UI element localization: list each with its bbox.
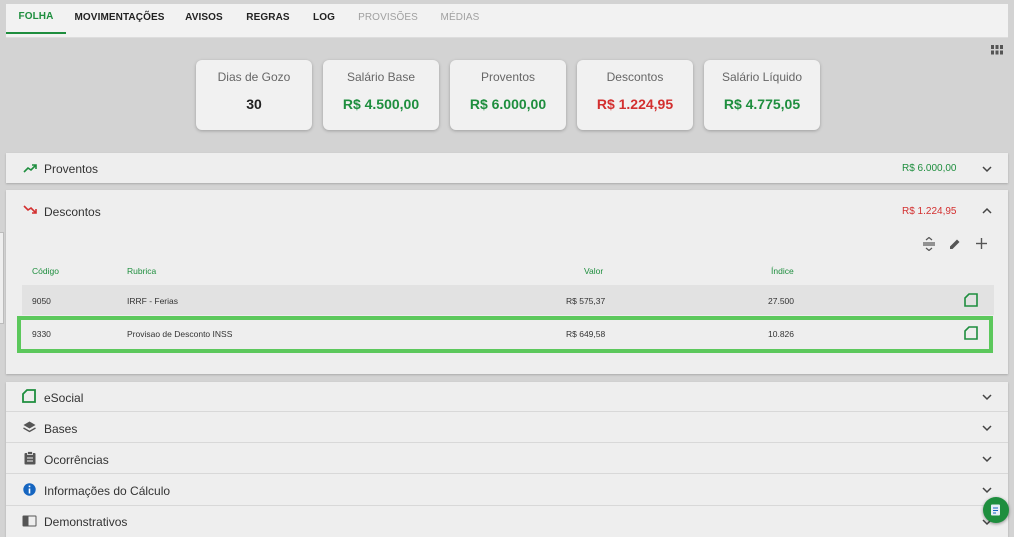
tab-log[interactable]: LOG — [306, 0, 342, 34]
card-proventos: Proventos R$ 6.000,00 — [450, 60, 566, 130]
proventos-panel[interactable]: Proventos R$ 6.000,00 — [6, 153, 1008, 183]
card-dias-de-gozo: Dias de Gozo 30 — [196, 60, 312, 130]
card-value: 30 — [246, 96, 262, 112]
chevron-down-icon[interactable] — [982, 392, 992, 402]
col-rubrica: Rubrica — [127, 266, 157, 276]
chevron-down-icon[interactable] — [982, 454, 992, 464]
card-descontos: Descontos R$ 1.224,95 — [577, 60, 693, 130]
divider — [6, 411, 1008, 412]
section-ocorrencias[interactable]: Ocorrências — [44, 453, 109, 467]
book-icon — [22, 515, 37, 527]
col-codigo: Código — [32, 266, 59, 276]
descontos-title: Descontos — [44, 205, 101, 219]
table-row[interactable]: 9050 IRRF - Ferias R$ 575,37 27.500 — [22, 285, 994, 315]
tab-medias[interactable]: MÉDIAS — [432, 0, 488, 34]
card-label: Dias de Gozo — [217, 70, 291, 84]
card-label: Descontos — [606, 70, 664, 84]
card-value: R$ 1.224,95 — [596, 96, 674, 112]
side-drawer-handle[interactable] — [0, 232, 4, 324]
add-icon[interactable] — [976, 238, 987, 249]
divider — [6, 473, 1008, 474]
cell-valor: R$ 575,37 — [566, 296, 606, 306]
tab-folha[interactable]: FOLHA — [6, 0, 66, 34]
tab-regras[interactable]: REGRAS — [242, 0, 294, 34]
esocial-icon — [22, 389, 36, 403]
col-indice: Índice — [771, 266, 794, 276]
tab-provisoes[interactable]: PROVISÕES — [354, 0, 422, 34]
cell-codigo: 9050 — [32, 296, 51, 306]
grid-view-icon[interactable] — [991, 45, 1003, 55]
card-label: Salário Líquido — [721, 70, 803, 84]
section-bases[interactable]: Bases — [44, 422, 77, 436]
esocial-icon[interactable] — [964, 293, 978, 307]
report-icon — [991, 504, 1000, 516]
card-value: R$ 6.000,00 — [469, 96, 547, 112]
sections-panel — [6, 382, 1008, 537]
section-informacoes-calculo[interactable]: Informações do Cálculo — [44, 484, 170, 498]
floating-action-button[interactable] — [983, 497, 1009, 523]
divider — [6, 505, 1008, 506]
card-label: Proventos — [480, 70, 536, 84]
clipboard-icon — [24, 451, 36, 465]
chevron-down-icon[interactable] — [982, 485, 992, 495]
cell-rubrica: IRRF - Ferias — [127, 296, 178, 306]
card-value: R$ 4.775,05 — [723, 96, 801, 112]
trending-up-icon — [23, 164, 37, 173]
proventos-title: Proventos — [44, 162, 99, 176]
section-demonstrativos[interactable]: Demonstrativos — [44, 515, 127, 529]
info-icon — [23, 483, 36, 496]
cell-indice: 27.500 — [768, 296, 794, 306]
section-esocial[interactable]: eSocial — [44, 391, 83, 405]
descontos-amount: R$ 1.224,95 — [902, 206, 957, 217]
proventos-amount: R$ 6.000,00 — [902, 163, 957, 174]
card-salario-liquido: Salário Líquido R$ 4.775,05 — [704, 60, 820, 130]
expand-rows-icon[interactable] — [923, 237, 935, 251]
chevron-down-icon[interactable] — [982, 164, 992, 174]
trending-down-icon — [23, 205, 37, 214]
edit-icon[interactable] — [949, 238, 961, 250]
tab-movimentacoes[interactable]: MOVIMENTAÇÕES — [72, 0, 167, 34]
divider — [6, 442, 1008, 443]
col-valor: Valor — [584, 266, 604, 276]
card-value: R$ 4.500,00 — [342, 96, 420, 112]
card-label: Salário Base — [346, 70, 416, 84]
chevron-down-icon[interactable] — [982, 423, 992, 433]
highlight-frame — [17, 316, 993, 353]
card-salario-base: Salário Base R$ 4.500,00 — [323, 60, 439, 130]
tab-avisos[interactable]: AVISOS — [178, 0, 230, 34]
layers-icon — [23, 421, 36, 433]
chevron-up-icon[interactable] — [982, 206, 992, 216]
